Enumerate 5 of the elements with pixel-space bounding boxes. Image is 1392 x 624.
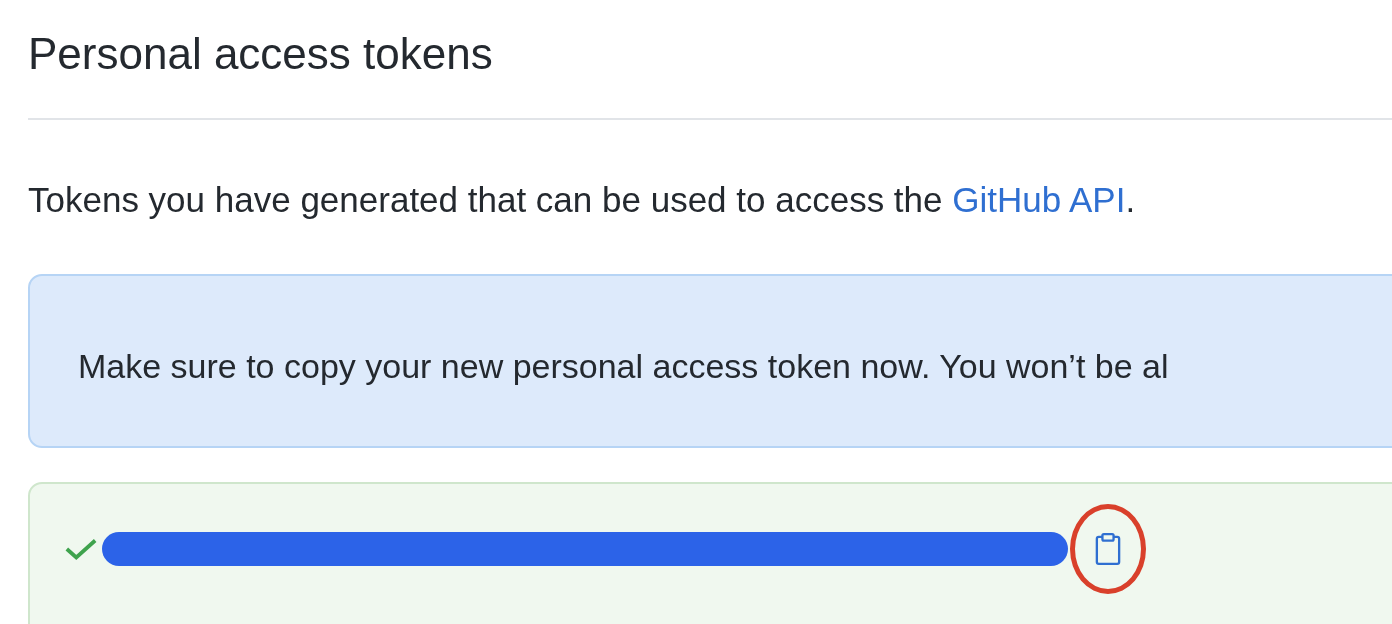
api-link[interactable]: GitHub API xyxy=(952,180,1126,219)
copy-icon[interactable] xyxy=(1095,532,1121,566)
intro-text: Tokens you have generated that can be used to access the GitHub API. xyxy=(28,179,1137,221)
notice-text: Make sure to copy your new personal access token now. You won’t be al xyxy=(78,346,1169,386)
page-title: Personal access tokens xyxy=(28,28,494,80)
